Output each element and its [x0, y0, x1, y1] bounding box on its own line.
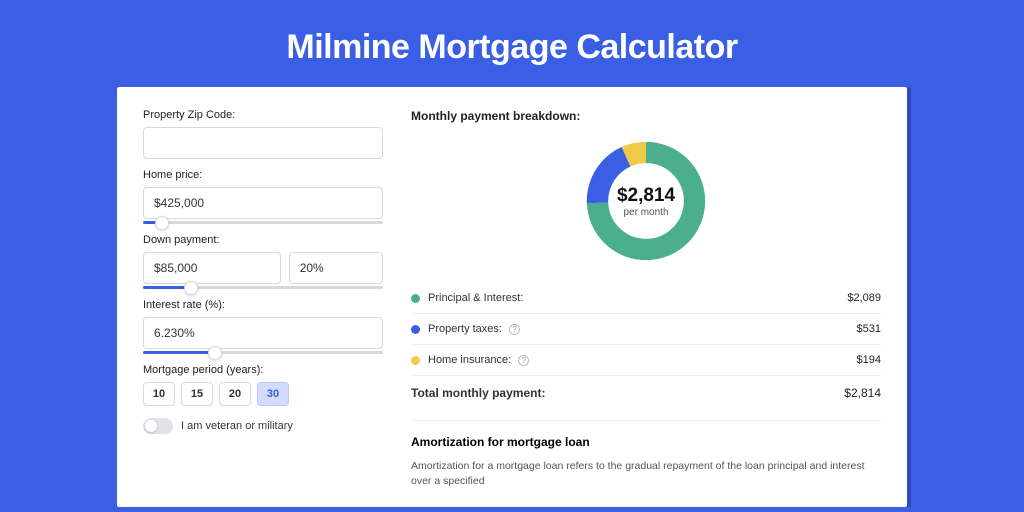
legend-row-taxes: Property taxes: ? $531: [411, 314, 881, 345]
veteran-toggle[interactable]: [143, 418, 173, 434]
donut-sub: per month: [623, 207, 668, 218]
down-label: Down payment:: [143, 234, 383, 246]
price-field: Home price:: [143, 169, 383, 224]
legend-value: $531: [857, 323, 881, 335]
price-input[interactable]: [143, 187, 383, 219]
legend-value: $2,089: [847, 292, 881, 304]
inputs-panel: Property Zip Code: Home price: Down paym…: [143, 109, 383, 507]
zip-field: Property Zip Code:: [143, 109, 383, 159]
legend-label: Property taxes: ?: [428, 323, 857, 335]
rate-label: Interest rate (%):: [143, 299, 383, 311]
period-option-10[interactable]: 10: [143, 382, 175, 406]
page-title: Milmine Mortgage Calculator: [0, 0, 1024, 87]
down-slider[interactable]: [143, 286, 383, 289]
rate-slider[interactable]: [143, 351, 383, 354]
price-slider[interactable]: [143, 221, 383, 224]
info-icon[interactable]: ?: [518, 355, 529, 366]
veteran-row: I am veteran or military: [143, 418, 383, 434]
donut-amount: $2,814: [617, 185, 675, 207]
dot-icon: [411, 325, 420, 334]
breakdown-donut-chart: $2,814 per month: [582, 137, 710, 265]
period-option-20[interactable]: 20: [219, 382, 251, 406]
amortization-section: Amortization for mortgage loan Amortizat…: [411, 420, 881, 488]
total-value: $2,814: [844, 386, 881, 400]
period-option-30[interactable]: 30: [257, 382, 289, 406]
down-field: Down payment:: [143, 234, 383, 289]
period-buttons: 10 15 20 30: [143, 382, 383, 406]
price-label: Home price:: [143, 169, 383, 181]
breakdown-title: Monthly payment breakdown:: [411, 109, 881, 123]
dot-icon: [411, 294, 420, 303]
rate-input[interactable]: [143, 317, 383, 349]
info-icon[interactable]: ?: [509, 324, 520, 335]
period-label: Mortgage period (years):: [143, 364, 383, 376]
veteran-label: I am veteran or military: [181, 420, 293, 432]
legend-row-principal: Principal & Interest: $2,089: [411, 283, 881, 314]
zip-label: Property Zip Code:: [143, 109, 383, 121]
legend-label: Home insurance: ?: [428, 354, 857, 366]
zip-input[interactable]: [143, 127, 383, 159]
legend-label: Principal & Interest:: [428, 292, 847, 304]
dot-icon: [411, 356, 420, 365]
total-label: Total monthly payment:: [411, 386, 844, 400]
calculator-card: Property Zip Code: Home price: Down paym…: [117, 87, 907, 507]
amort-title: Amortization for mortgage loan: [411, 435, 881, 449]
period-field: Mortgage period (years): 10 15 20 30: [143, 364, 383, 406]
breakdown-panel: Monthly payment breakdown: $2,814 per mo…: [411, 109, 881, 507]
amort-text: Amortization for a mortgage loan refers …: [411, 459, 881, 488]
legend-value: $194: [857, 354, 881, 366]
legend-row-insurance: Home insurance: ? $194: [411, 345, 881, 376]
breakdown-legend: Principal & Interest: $2,089 Property ta…: [411, 283, 881, 414]
period-option-15[interactable]: 15: [181, 382, 213, 406]
down-pct-input[interactable]: [289, 252, 383, 284]
legend-row-total: Total monthly payment: $2,814: [411, 376, 881, 414]
rate-field: Interest rate (%):: [143, 299, 383, 354]
down-amount-input[interactable]: [143, 252, 281, 284]
